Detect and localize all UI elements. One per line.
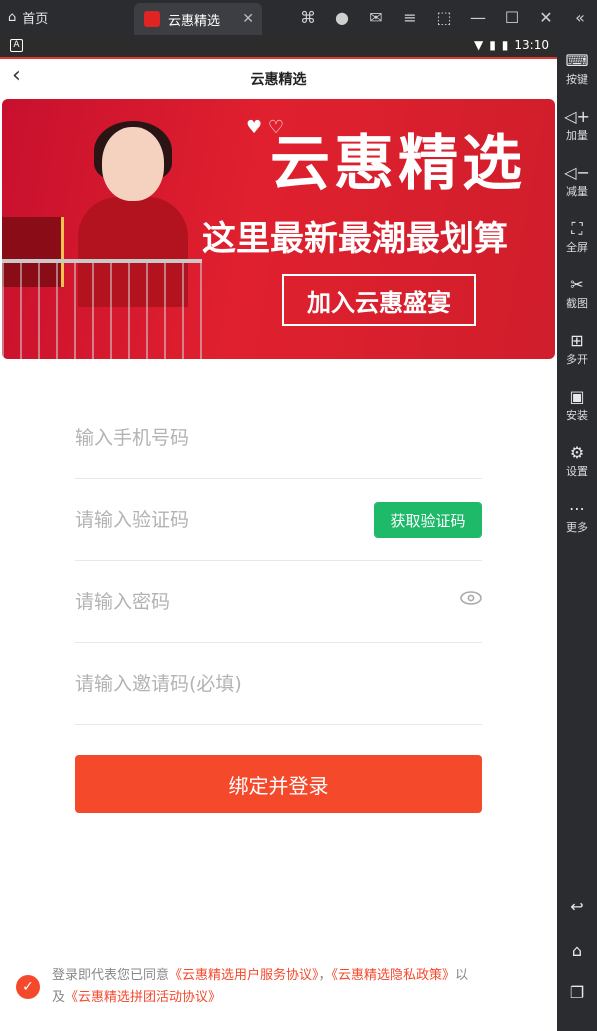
bind-login-button[interactable]: 绑定并登录	[75, 755, 482, 813]
tab-home[interactable]: ⌂ 首页	[8, 0, 48, 35]
sidebar-item-label: 设置	[566, 465, 588, 478]
emulator-sidebar: ⌨ 按键 ◁+ 加量 ◁− 减量 ⛶ 全屏 ✂ 截图 ⊞ 多开 ▣ 安装 ⚙ 设置 ⋯ 更多 ↩ …	[557, 35, 597, 1031]
android-recents-icon[interactable]: ❐	[557, 983, 597, 1002]
sidebar-item-label: 多开	[566, 353, 588, 366]
privacy-policy-link[interactable]: 《云惠精选隐私政策》	[332, 968, 456, 983]
verification-code-input[interactable]	[75, 479, 365, 561]
invite-code-input[interactable]	[75, 643, 365, 725]
checkmark-icon[interactable]: ✓	[16, 975, 40, 999]
banner-join-label: 加入云惠盛宴	[282, 274, 476, 326]
notification-icon: A	[10, 39, 23, 52]
mail-icon[interactable]: ✉	[359, 8, 393, 27]
page-title: 云惠精选	[250, 72, 307, 88]
fullscreen-icon: ⛶	[571, 219, 583, 238]
apk-icon: ▣	[569, 387, 585, 406]
multi-open-icon: ⊞	[570, 331, 584, 350]
gear-icon: ⚙	[569, 443, 585, 462]
sidebar-item-multi[interactable]: ⊞ 多开	[557, 331, 597, 367]
sidebar-item-label: 减量	[566, 185, 588, 198]
tab-app[interactable]: 云惠精选 ✕	[134, 3, 262, 35]
sidebar-item-label: 加量	[566, 129, 588, 142]
tab-home-label: 首页	[22, 12, 49, 27]
minimize-icon[interactable]: —	[461, 8, 495, 27]
invite-field	[75, 643, 482, 725]
volume-down-icon: ◁−	[564, 163, 590, 182]
promo-banner[interactable]: ♥ ♡ 云惠精选 这里最新最潮最划算 加入云惠盛宴	[2, 99, 555, 359]
keyboard-icon: ⌨	[565, 51, 589, 70]
account-icon[interactable]: ●	[325, 8, 359, 27]
agreement-conjunction-1: 以	[455, 968, 469, 983]
sidebar-item-settings[interactable]: ⚙ 设置	[557, 443, 597, 479]
shopping-cart-image	[2, 259, 202, 359]
banner-subtitle: 这里最新最潮最划算	[202, 219, 508, 259]
gamepad-icon[interactable]: ⌘	[291, 8, 325, 27]
close-tab-icon[interactable]: ✕	[242, 11, 254, 27]
sidebar-item-label: 截图	[566, 297, 588, 310]
password-input[interactable]	[75, 561, 365, 643]
sidebar-item-label: 全屏	[566, 241, 588, 254]
model-image	[42, 111, 188, 307]
maximize-icon[interactable]: ☐	[495, 8, 529, 27]
signal-icon: ▮	[489, 38, 496, 52]
agreement-text: 登录即代表您已同意《云惠精选用户服务协议》，《云惠精选隐私政策》以及《云惠精选拼…	[52, 965, 546, 1009]
sidebar-item-volume-up[interactable]: ◁+ 加量	[557, 107, 597, 143]
battery-icon: ▮	[501, 38, 509, 52]
collapse-sidebar-icon[interactable]: «	[563, 8, 597, 27]
sidebar-item-label: 更多	[566, 521, 588, 534]
app-logo-icon	[144, 11, 160, 27]
user-service-agreement-link[interactable]: 《云惠精选用户服务协议》	[169, 968, 319, 983]
menu-icon[interactable]: ≡	[393, 8, 427, 27]
sidebar-item-keys[interactable]: ⌨ 按键	[557, 51, 597, 87]
close-window-icon[interactable]: ✕	[529, 8, 563, 27]
sidebar-item-label: 安装	[566, 409, 588, 422]
android-home-icon[interactable]: ⌂	[557, 941, 597, 960]
wifi-icon: ▼	[473, 38, 484, 52]
phone-input[interactable]	[75, 397, 365, 479]
get-code-button[interactable]: 获取验证码	[374, 502, 482, 538]
banner-title: 云惠精选	[270, 129, 526, 199]
home-icon: ⌂	[8, 10, 17, 25]
sidebar-item-fullscreen[interactable]: ⛶ 全屏	[557, 219, 597, 255]
android-status-bar: A ▼ ▮ ▮ 13:10	[0, 35, 557, 57]
agreement-separator: ，	[318, 968, 332, 983]
agreement-conjunction-2: 及	[52, 990, 66, 1005]
sidebar-item-screenshot[interactable]: ✂ 截图	[557, 275, 597, 311]
sidebar-item-install[interactable]: ▣ 安装	[557, 387, 597, 423]
password-field	[75, 561, 482, 643]
window-titlebar: ⌂ 首页 云惠精选 ✕ ⌘ ● ✉ ≡ ⬚ — ☐ ✕ «	[0, 0, 597, 35]
sidebar-item-label: 按键	[566, 73, 588, 86]
code-field: 获取验证码	[75, 479, 482, 561]
app-screen: ‹ 云惠精选 ♥ ♡ 云惠精选 这里最新最潮最划算 加入云惠盛宴 获取验证码 绑…	[0, 57, 557, 1031]
pin-icon[interactable]: ⬚	[427, 8, 461, 27]
agreement-prefix: 登录即代表您已同意	[52, 968, 170, 983]
more-icon: ⋯	[569, 499, 585, 518]
sidebar-item-volume-down[interactable]: ◁− 减量	[557, 163, 597, 199]
navigation-bar: ‹ 云惠精选	[0, 59, 557, 97]
sidebar-item-more[interactable]: ⋯ 更多	[557, 499, 597, 535]
tab-app-label: 云惠精选	[168, 13, 221, 29]
volume-up-icon: ◁+	[564, 107, 590, 126]
group-buy-agreement-link[interactable]: 《云惠精选拼团活动协议》	[65, 990, 221, 1005]
eye-icon[interactable]	[460, 591, 482, 605]
status-time: 13:10	[514, 38, 549, 52]
scissors-icon: ✂	[570, 275, 584, 294]
android-back-icon[interactable]: ↩	[557, 897, 597, 916]
phone-field	[75, 397, 482, 479]
